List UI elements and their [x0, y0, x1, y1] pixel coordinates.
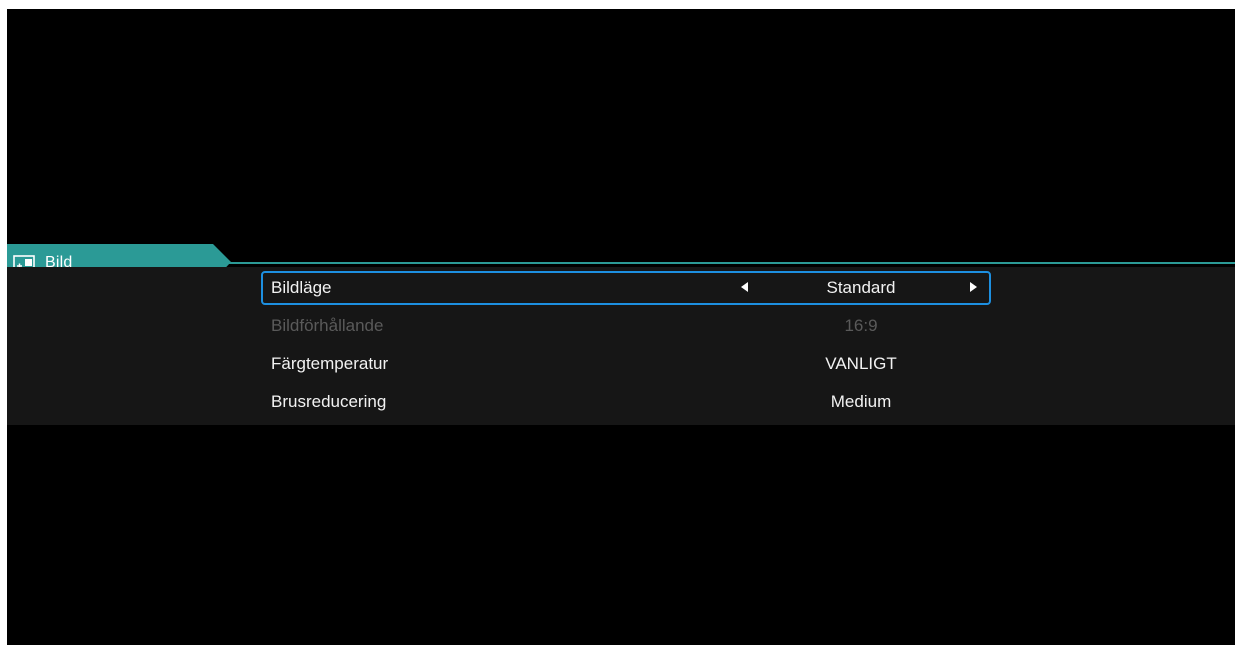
- row-value: Medium: [830, 392, 892, 411]
- row-label: Bildläge: [271, 278, 332, 297]
- arrow-left-icon[interactable]: [741, 282, 748, 292]
- menu-row-bildlage[interactable]: Bildläge Standard: [261, 271, 991, 305]
- menu-row-bildforhallande: Bildförhållande 16:9: [261, 309, 991, 343]
- arrow-right-icon[interactable]: [970, 282, 977, 292]
- row-value: Standard: [826, 278, 896, 297]
- menu-row-fargtemperatur[interactable]: Färgtemperatur VANLIGT: [261, 347, 991, 381]
- row-label: Färgtemperatur: [271, 354, 389, 373]
- row-value: VANLIGT: [825, 354, 897, 373]
- tv-screen: Bild Bildläge Standard Bildförhållande 1…: [7, 9, 1235, 645]
- menu-row-brusreducering[interactable]: Brusreducering Medium: [261, 385, 991, 419]
- row-label: Bildförhållande: [271, 316, 384, 335]
- row-value: 16:9: [844, 316, 878, 335]
- row-label: Brusreducering: [271, 392, 387, 411]
- menu-header-divider: [225, 262, 1235, 264]
